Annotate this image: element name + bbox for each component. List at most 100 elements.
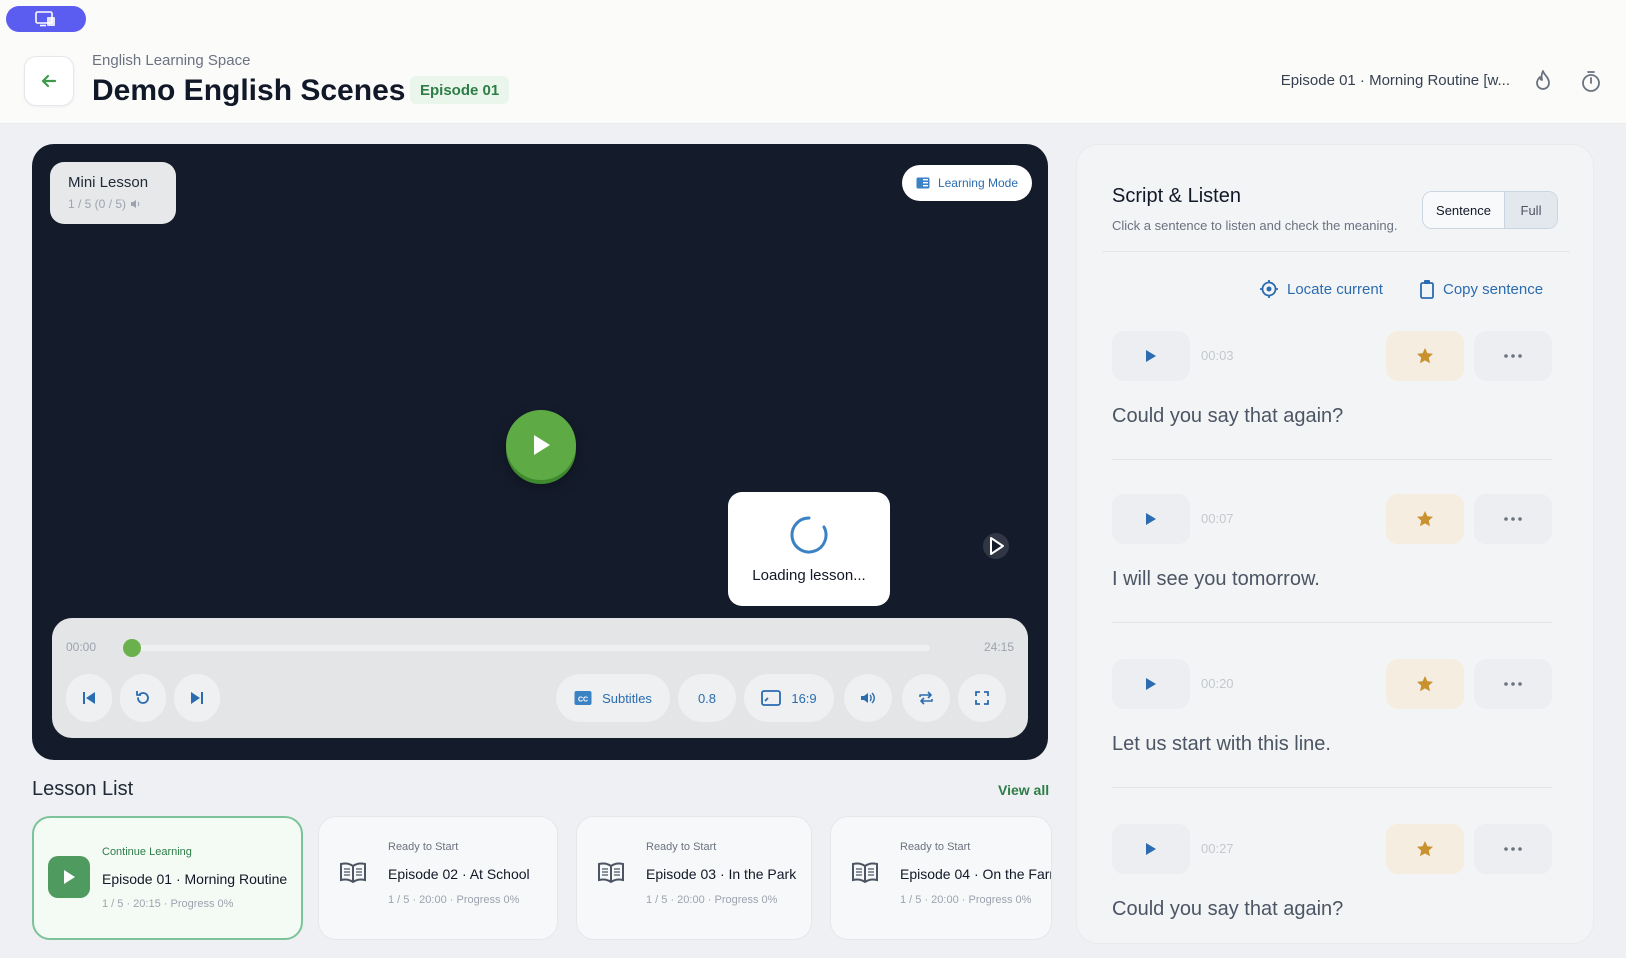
sentence-time: 00:03 xyxy=(1201,348,1234,363)
lesson-card-episode-01[interactable]: Continue Learning Episode 01 · Morning R… xyxy=(32,816,303,940)
divider xyxy=(1112,787,1552,788)
lesson-meta: 1 / 5 · 20:15 · Progress 0% xyxy=(102,898,234,910)
lesson-card-episode-02[interactable]: Ready to Start Episode 02 · At School 1 … xyxy=(318,816,558,940)
arrow-left-icon xyxy=(41,74,57,88)
speed-button[interactable]: 0.8 xyxy=(678,674,736,722)
play-icon xyxy=(1146,678,1156,690)
screen-share-pill[interactable] xyxy=(6,6,86,32)
more-options-button[interactable] xyxy=(1474,331,1552,381)
divider xyxy=(1112,459,1552,460)
episode-badge: Episode 01 xyxy=(410,76,510,104)
favorite-button[interactable] xyxy=(1386,494,1464,544)
book-icon xyxy=(598,862,624,883)
mini-lesson-progress: 1 / 5 (0 / 5) xyxy=(68,197,127,211)
sentence-time: 00:20 xyxy=(1201,676,1234,691)
mode-sentence-tab[interactable]: Sentence xyxy=(1423,192,1505,228)
loading-overlay: Loading lesson... xyxy=(728,492,890,606)
sentence-row[interactable]: 00:03 Could you say that again? xyxy=(1112,331,1552,461)
play-icon xyxy=(1146,843,1156,855)
script-subtitle: Click a sentence to listen and check the… xyxy=(1112,218,1398,233)
sentence-row[interactable]: 00:20 Let us start with this line. xyxy=(1112,659,1552,789)
sentence-text[interactable]: Could you say that again? xyxy=(1112,898,1343,921)
mouse-cursor-icon xyxy=(983,533,1009,559)
back-button[interactable] xyxy=(24,56,74,106)
previous-button[interactable] xyxy=(66,674,112,722)
more-horizontal-icon xyxy=(1504,847,1522,851)
fullscreen-icon xyxy=(975,691,989,705)
lesson-status: Continue Learning xyxy=(102,846,192,858)
more-options-button[interactable] xyxy=(1474,659,1552,709)
screen-share-icon xyxy=(35,11,55,27)
player-controls: 00:00 24:15 CC Subtitles 0.8 16:9 xyxy=(52,618,1028,738)
progress-knob[interactable] xyxy=(123,639,141,657)
star-icon xyxy=(1417,348,1433,364)
sentence-play-button[interactable] xyxy=(1112,824,1190,874)
lesson-name: Episode 02 · At School xyxy=(388,866,530,882)
lesson-play-button[interactable] xyxy=(48,856,90,898)
speed-label: 0.8 xyxy=(697,690,717,706)
copy-sentence-button[interactable]: Copy sentence xyxy=(1419,279,1543,299)
view-all-link[interactable]: View all xyxy=(998,782,1049,798)
copy-sentence-label: Copy sentence xyxy=(1443,280,1544,298)
next-button[interactable] xyxy=(174,674,220,722)
top-bar: English Learning Space Demo English Scen… xyxy=(0,0,1626,124)
timer-button[interactable] xyxy=(1578,68,1604,94)
sentence-play-button[interactable] xyxy=(1112,659,1190,709)
star-icon xyxy=(1417,841,1433,857)
time-current: 00:00 xyxy=(66,640,97,654)
more-horizontal-icon xyxy=(1504,354,1522,358)
sentence-text[interactable]: I will see you tomorrow. xyxy=(1112,568,1320,591)
favorite-button[interactable] xyxy=(1386,331,1464,381)
sentence-play-button[interactable] xyxy=(1112,331,1190,381)
script-mode-toggle: Sentence Full xyxy=(1422,191,1558,229)
lesson-card-episode-03[interactable]: Ready to Start Episode 03 · In the Park … xyxy=(576,816,812,940)
learning-mode-button[interactable]: Learning Mode xyxy=(901,165,1032,201)
script-panel: Script & Listen Click a sentence to list… xyxy=(1076,144,1594,944)
progress-bar[interactable] xyxy=(130,645,930,651)
star-icon xyxy=(1417,511,1433,527)
volume-button[interactable] xyxy=(844,674,892,722)
loop-button[interactable] xyxy=(902,674,950,722)
fullscreen-button[interactable] xyxy=(958,674,1006,722)
favorite-button[interactable] xyxy=(1386,824,1464,874)
subtitles-label: Subtitles xyxy=(602,690,652,706)
sentence-time: 00:07 xyxy=(1201,511,1234,526)
lesson-status: Ready to Start xyxy=(388,841,459,853)
star-icon xyxy=(1417,676,1433,692)
sentence-play-button[interactable] xyxy=(1112,494,1190,544)
skip-next-icon xyxy=(191,692,203,704)
mode-full-tab[interactable]: Full xyxy=(1505,192,1557,228)
page-bottom-edge xyxy=(0,958,1626,967)
time-total: 24:15 xyxy=(983,640,1014,654)
replay-button[interactable] xyxy=(120,674,166,722)
play-button[interactable] xyxy=(506,410,576,480)
book-open-icon xyxy=(916,177,930,189)
lesson-card-episode-04[interactable]: Ready to Start Episode 04 · On the Farm … xyxy=(830,816,1052,940)
lesson-name: Episode 04 · On the Farm xyxy=(900,866,1052,882)
book-icon xyxy=(340,862,366,883)
replay-icon xyxy=(136,691,149,704)
lesson-status: Ready to Start xyxy=(646,841,717,853)
sentence-text[interactable]: Let us start with this line. xyxy=(1112,733,1331,756)
sentence-text[interactable]: Could you say that again? xyxy=(1112,405,1343,428)
loading-text: Loading lesson... xyxy=(752,566,866,584)
sentence-row[interactable]: 00:07 I will see you tomorrow. xyxy=(1112,494,1552,624)
more-options-button[interactable] xyxy=(1474,494,1552,544)
favorite-button[interactable] xyxy=(1386,659,1464,709)
sentence-row[interactable]: 00:27 Could you say that again? xyxy=(1112,824,1552,934)
aspect-ratio-label: 16:9 xyxy=(791,690,817,706)
mini-lesson-card[interactable]: Mini Lesson 1 / 5 (0 / 5) xyxy=(50,162,176,224)
video-player[interactable]: Mini Lesson 1 / 5 (0 / 5) Learning Mode … xyxy=(32,144,1048,760)
app-subtitle: English Learning Space xyxy=(92,52,251,69)
current-episode-title[interactable]: Episode 01 · Morning Routine [w... xyxy=(1281,72,1510,89)
subtitles-button[interactable]: CC Subtitles xyxy=(556,674,670,722)
more-options-button[interactable] xyxy=(1474,824,1552,874)
more-horizontal-icon xyxy=(1504,682,1522,686)
streak-button[interactable] xyxy=(1530,68,1556,94)
aspect-ratio-button[interactable]: 16:9 xyxy=(744,674,834,722)
stopwatch-icon xyxy=(1582,71,1600,92)
lesson-status: Ready to Start xyxy=(900,841,971,853)
repeat-icon xyxy=(919,691,933,705)
locate-current-button[interactable]: Locate current xyxy=(1259,279,1383,299)
learning-mode-label: Learning Mode xyxy=(937,176,1018,190)
